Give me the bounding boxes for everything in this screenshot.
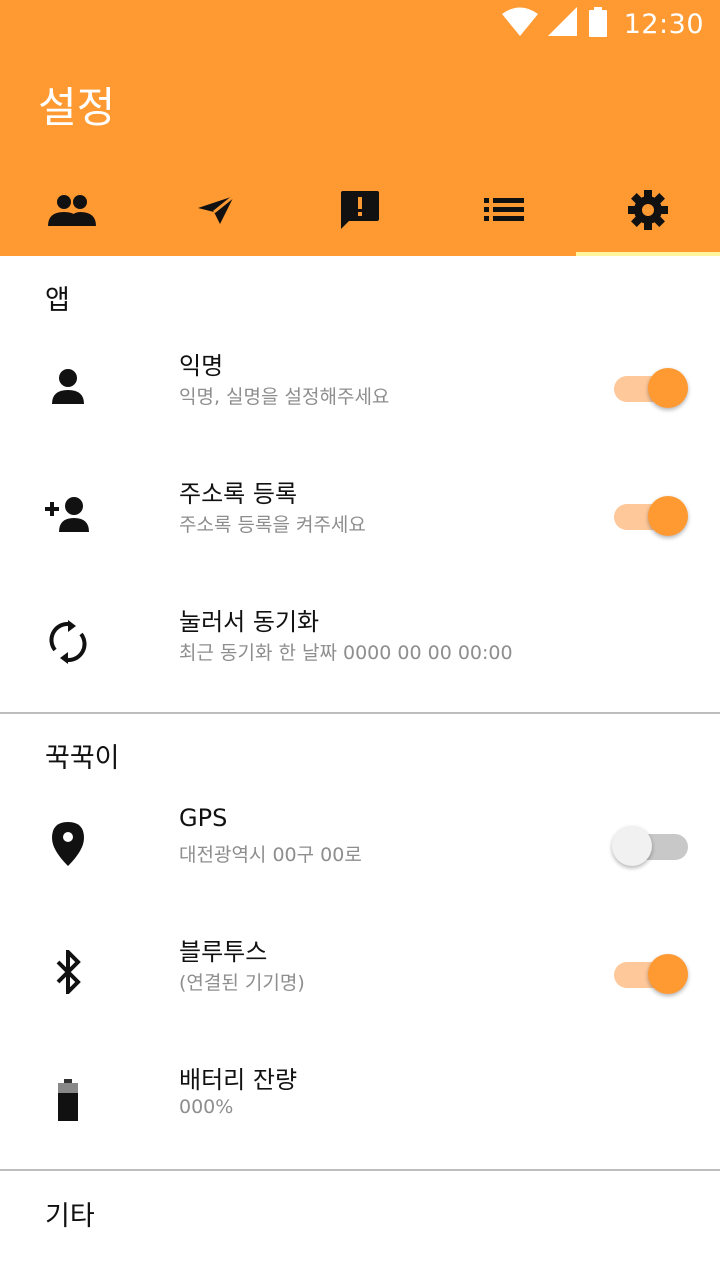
setting-subtitle: 익명, 실명을 설정해주세요 [179,386,390,408]
setting-anonymous[interactable]: 익명 익명, 실명을 설정해주세요 [0,322,720,450]
tab-feedback[interactable] [288,168,432,256]
send-icon [196,194,236,230]
wifi-icon [501,7,538,41]
setting-subtitle: (연결된 기기명) [179,972,305,994]
setting-contacts[interactable]: 주소록 등록 주소록 등록을 켜주세요 [0,450,720,578]
person-add-icon [44,486,92,542]
tab-send[interactable] [144,168,288,256]
section-title-other: 기타 [45,1201,95,1232]
sync-icon [44,614,92,670]
anonymous-toggle[interactable] [612,368,688,408]
setting-subtitle: 최근 동기화 한 날짜 0000 00 00 00:00 [179,642,513,664]
section-title-app: 앱 [45,285,70,316]
setting-title: 블루투스 [179,938,268,966]
battery-icon [44,1072,92,1128]
contacts-toggle[interactable] [612,496,688,536]
section-divider [0,1169,720,1171]
status-time: 12:30 [623,8,704,40]
setting-title: 익명 [179,352,224,380]
bluetooth-icon [44,944,92,1000]
section-divider [0,712,720,714]
setting-gps[interactable]: GPS 대전광역시 00구 00로 [0,780,720,908]
setting-subtitle: 주소록 등록을 켜주세요 [179,514,366,536]
gps-toggle[interactable] [612,826,688,866]
tab-bar [0,168,720,256]
setting-title: GPS [179,804,228,832]
battery-icon [588,7,608,41]
page-title: 설정 [38,83,116,132]
person-icon [44,358,92,414]
location-pin-icon [44,816,92,872]
tab-people[interactable] [0,168,144,256]
setting-sync[interactable]: 눌러서 동기화 최근 동기화 한 날짜 0000 00 00 00:00 [0,578,720,706]
settings-icon [627,189,669,235]
setting-subtitle: 대전광역시 00구 00로 [179,844,362,866]
setting-title: 주소록 등록 [179,480,298,508]
people-icon [48,194,96,230]
tab-list[interactable] [432,168,576,256]
section-title-device: 꾹꾹이 [45,743,120,774]
status-bar: 12:30 [0,0,720,48]
feedback-icon [339,189,381,235]
bluetooth-toggle[interactable] [612,954,688,994]
signal-icon [547,7,578,41]
setting-title: 눌러서 동기화 [179,608,320,636]
setting-subtitle: 000% [179,1096,234,1118]
status-icons: 12:30 [501,6,704,42]
setting-bluetooth[interactable]: 블루투스 (연결된 기기명) [0,908,720,1036]
setting-battery[interactable]: 배터리 잔량 000% [0,1036,720,1164]
list-icon [484,196,524,228]
app-bar: 12:30 설정 [0,0,720,256]
tab-settings[interactable] [576,168,720,256]
setting-title: 배터리 잔량 [179,1066,298,1094]
